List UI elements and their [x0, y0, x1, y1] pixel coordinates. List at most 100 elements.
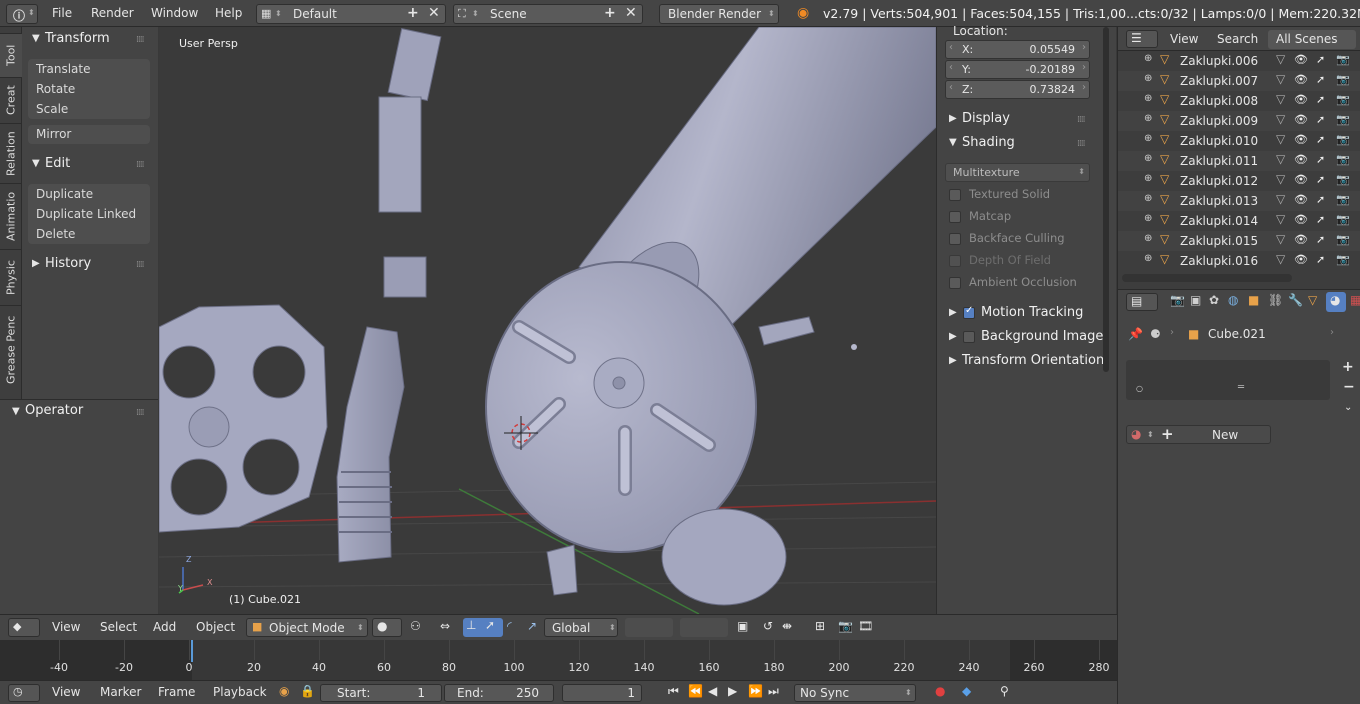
expand-arrow-icon[interactable]: ▶: [32, 258, 40, 269]
decrement-arrow-icon[interactable]: ‹: [949, 62, 953, 73]
vp-menu-object[interactable]: Object: [196, 620, 235, 634]
add-layout-icon[interactable]: +: [407, 5, 419, 21]
render-camera-icon[interactable]: 📷: [1336, 53, 1350, 66]
visibility-eye-icon[interactable]: 👁: [1294, 73, 1308, 86]
display-mode-selector[interactable]: All Scenes: [1268, 30, 1356, 49]
expand-arrow-icon[interactable]: ▶: [949, 331, 957, 342]
textured-solid-checkbox[interactable]: [949, 189, 961, 201]
jump-start-icon[interactable]: ⏮: [668, 684, 679, 699]
increment-arrow-icon[interactable]: ›: [1082, 42, 1086, 53]
mirror-button[interactable]: Mirror: [36, 127, 71, 141]
transform-orientation-selector[interactable]: Global ⬍: [544, 618, 618, 637]
outliner-h-scrollbar[interactable]: [1122, 274, 1292, 282]
grip-icon[interactable]: ⁞⁞⁞⁞: [136, 408, 145, 418]
outliner-item-name[interactable]: Zaklupki.011: [1180, 154, 1258, 168]
editor-type-timeline-button[interactable]: ◷: [8, 684, 40, 702]
remove-scene-icon[interactable]: ✕: [625, 5, 637, 21]
shading-mode-selector[interactable]: Multitexture ⬍: [945, 163, 1090, 182]
3d-viewport[interactable]: User Persp (1) Cube.021 Z Y X: [159, 27, 936, 614]
world-tab-icon[interactable]: ◍: [1228, 293, 1238, 307]
layer-buttons-group-1[interactable]: [625, 618, 673, 637]
snap-element-icon[interactable]: ⇼: [782, 619, 792, 633]
outliner-item-name[interactable]: Zaklupki.006: [1180, 54, 1258, 68]
vp-menu-add[interactable]: Add: [153, 620, 176, 634]
expand-dot-icon[interactable]: ⊕: [1144, 93, 1152, 104]
proportional-edit-icon[interactable]: ↺: [763, 619, 773, 633]
duplicate-linked-button[interactable]: Duplicate Linked: [36, 207, 136, 221]
panel-display-title[interactable]: Display: [962, 111, 1010, 126]
visibility-eye-icon[interactable]: 👁: [1294, 253, 1308, 266]
editor-type-3d-button[interactable]: ◆: [8, 618, 40, 637]
background-images-checkbox[interactable]: [963, 331, 975, 343]
play-icon[interactable]: ▶: [728, 684, 737, 698]
render-animation-icon[interactable]: 🎞: [858, 619, 873, 633]
outliner-row[interactable]: ⊕ ▽ Zaklupki.013 ▽ 👁 ➚ 📷: [1118, 191, 1360, 211]
outliner-item-name[interactable]: Zaklupki.013: [1180, 194, 1258, 208]
grip-icon[interactable]: ⁞⁞⁞⁞: [1077, 115, 1086, 125]
manipulator-toggle-icon[interactable]: ⇔: [440, 619, 450, 633]
select-cursor-icon[interactable]: ➚: [1316, 113, 1325, 126]
material-tab-icon[interactable]: ◕: [1326, 292, 1346, 312]
expand-dot-icon[interactable]: ⊕: [1144, 193, 1152, 204]
frame-start-field[interactable]: Start: 1: [320, 684, 442, 702]
texture-tab-icon[interactable]: ▦: [1350, 293, 1360, 307]
outliner-row[interactable]: ⊕ ▽ Zaklupki.009 ▽ 👁 ➚ 📷: [1118, 111, 1360, 131]
constraints-tab-icon[interactable]: ⛓: [1268, 293, 1283, 307]
viewport-shading-selector[interactable]: ●: [372, 618, 402, 637]
play-reverse-icon[interactable]: ◀: [708, 684, 717, 698]
modifiers-tab-icon[interactable]: 🔧: [1288, 293, 1303, 307]
lock-layers-icon[interactable]: ▣: [737, 619, 748, 633]
render-camera-icon[interactable]: 📷: [1336, 153, 1350, 166]
matcap-checkbox[interactable]: [949, 211, 961, 223]
outliner-item-name[interactable]: Zaklupki.010: [1180, 134, 1258, 148]
visibility-eye-icon[interactable]: 👁: [1294, 53, 1308, 66]
depth-of-field-checkbox[interactable]: [949, 255, 961, 267]
keying-set-icon[interactable]: ◉: [279, 684, 289, 698]
outliner-menu-view[interactable]: View: [1170, 32, 1198, 46]
panel-motion-tracking-title[interactable]: Motion Tracking: [981, 305, 1083, 320]
menu-window[interactable]: Window: [151, 6, 198, 20]
outliner-row[interactable]: ⊕ ▽ Zaklupki.015 ▽ 👁 ➚ 📷: [1118, 231, 1360, 251]
remove-slot-icon[interactable]: −: [1343, 379, 1355, 395]
visibility-eye-icon[interactable]: 👁: [1294, 193, 1308, 206]
render-camera-icon[interactable]: 📷: [1336, 233, 1350, 246]
render-camera-icon[interactable]: 📷: [1336, 173, 1350, 186]
render-engine-selector[interactable]: Blender Render ⬍: [659, 4, 779, 24]
manipulator-mode-group[interactable]: ⊥ ➚: [463, 618, 503, 637]
outliner-row[interactable]: ⊕ ▽ Zaklupki.014 ▽ 👁 ➚ 📷: [1118, 211, 1360, 231]
panel-history-title[interactable]: History: [45, 256, 91, 271]
keying-icon[interactable]: ◆: [962, 684, 971, 698]
rotate-manipulator-icon[interactable]: ◜: [507, 619, 512, 633]
screen-layout-selector[interactable]: ▦ ⬍ Default + ✕: [256, 4, 446, 24]
expand-dot-icon[interactable]: ⊕: [1144, 133, 1152, 144]
remove-layout-icon[interactable]: ✕: [428, 5, 440, 21]
outliner-row[interactable]: ⊕ ▽ Zaklupki.010 ▽ 👁 ➚ 📷: [1118, 131, 1360, 151]
add-slot-icon[interactable]: +: [1342, 359, 1354, 375]
pivot-point-icon[interactable]: ⚇: [410, 619, 421, 633]
panel-edit-title[interactable]: Edit: [45, 156, 70, 171]
jump-end-icon[interactable]: ⏭: [768, 684, 779, 699]
decrement-arrow-icon[interactable]: ‹: [949, 42, 953, 53]
editor-type-properties-button[interactable]: ▤: [1126, 293, 1158, 311]
visibility-eye-icon[interactable]: 👁: [1294, 93, 1308, 106]
select-cursor-icon[interactable]: ➚: [1316, 253, 1325, 266]
visibility-eye-icon[interactable]: 👁: [1294, 213, 1308, 226]
motion-tracking-checkbox[interactable]: ✓: [963, 305, 975, 319]
tl-menu-playback[interactable]: Playback: [213, 685, 267, 699]
rotate-button[interactable]: Rotate: [36, 82, 75, 96]
location-y-field[interactable]: ‹ Y: -0.20189 ›: [945, 60, 1090, 79]
sync-mode-selector[interactable]: No Sync ⬍: [794, 684, 916, 702]
outliner-menu-search[interactable]: Search: [1217, 32, 1258, 46]
panel-shading-title[interactable]: Shading: [962, 135, 1015, 150]
data-tab-icon[interactable]: ▽: [1308, 293, 1317, 307]
decrement-arrow-icon[interactable]: ‹: [949, 82, 953, 93]
collapse-arrow-icon[interactable]: ▼: [32, 158, 40, 169]
expand-dot-icon[interactable]: ⊕: [1144, 233, 1152, 244]
menu-render[interactable]: Render: [91, 6, 134, 20]
npanel-scrollbar[interactable]: [1103, 27, 1109, 372]
expand-dot-icon[interactable]: ⊕: [1144, 53, 1152, 64]
render-tab-icon[interactable]: 📷: [1170, 293, 1185, 307]
outliner-item-name[interactable]: Zaklupki.012: [1180, 174, 1258, 188]
outliner-row[interactable]: ⊕ ▽ Zaklupki.012 ▽ 👁 ➚ 📷: [1118, 171, 1360, 191]
duplicate-button[interactable]: Duplicate: [36, 187, 93, 201]
